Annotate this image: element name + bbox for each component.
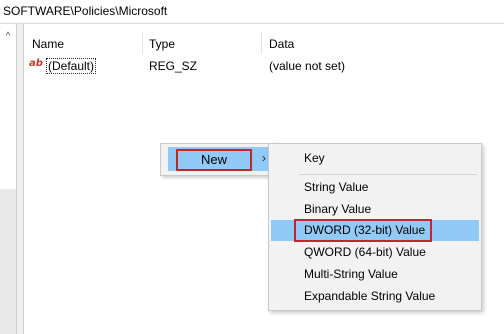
- string-value-icon: ab: [29, 58, 43, 69]
- column-header-type[interactable]: Type: [143, 24, 261, 54]
- value-data: (value not set): [269, 59, 346, 73]
- value-name: (Default): [46, 58, 97, 74]
- context-menu: New ›: [160, 143, 278, 176]
- menu-separator: [299, 174, 477, 175]
- scrollbar-track[interactable]: [0, 189, 16, 334]
- tree-pane[interactable]: ^: [0, 24, 16, 334]
- menu-item-dword-value[interactable]: DWORD (32-bit) Value: [271, 219, 479, 242]
- submenu-arrow-icon: ›: [262, 151, 266, 165]
- column-header-name[interactable]: Name: [24, 24, 142, 54]
- menu-item-multi-string-value[interactable]: Multi-String Value: [271, 264, 479, 285]
- menu-item-qword-value[interactable]: QWORD (64-bit) Value: [271, 242, 479, 263]
- menu-item-new[interactable]: New ›: [168, 147, 272, 171]
- new-label: New: [176, 149, 252, 171]
- column-header-data[interactable]: Data: [262, 24, 504, 54]
- scroll-up-arrow-icon[interactable]: ^: [0, 30, 16, 44]
- menu-item-string-value[interactable]: String Value: [271, 177, 479, 198]
- pane-splitter[interactable]: [16, 24, 24, 334]
- new-submenu: Key String Value Binary Value DWORD (32-…: [268, 143, 482, 311]
- menu-item-binary-value[interactable]: Binary Value: [271, 199, 479, 220]
- address-bar[interactable]: SOFTWARE\Policies\Microsoft: [0, 0, 504, 24]
- value-type: REG_SZ: [149, 59, 198, 73]
- value-row[interactable]: ab (Default) REG_SZ (value not set): [24, 56, 504, 76]
- menu-item-key[interactable]: Key: [271, 148, 479, 169]
- menu-item-expandable-string-value[interactable]: Expandable String Value: [271, 286, 479, 307]
- address-path: SOFTWARE\Policies\Microsoft: [3, 4, 168, 18]
